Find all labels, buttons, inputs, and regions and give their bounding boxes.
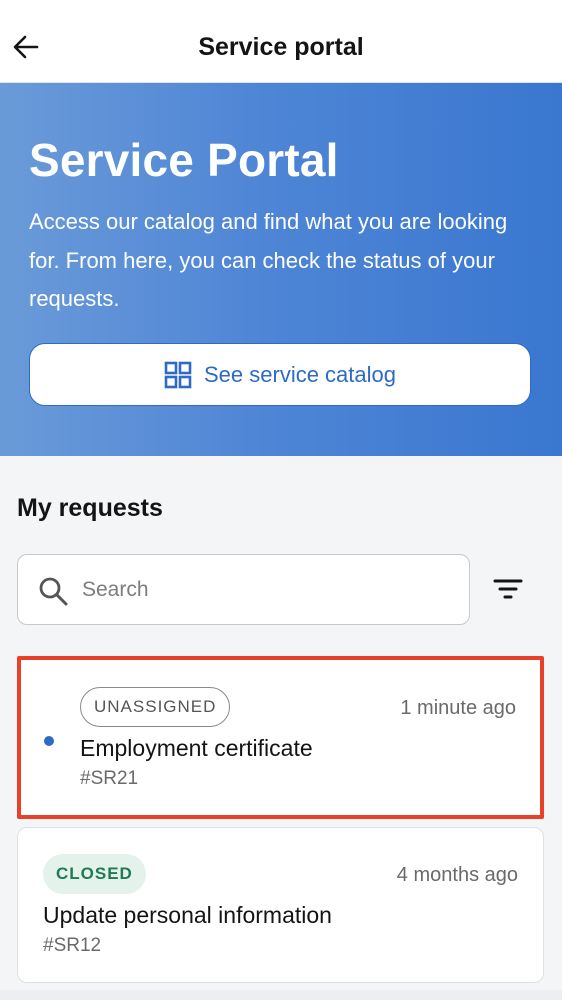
catalog-button-label: See service catalog — [204, 361, 396, 387]
status-badge: UNASSIGNED — [80, 687, 231, 727]
filter-icon — [493, 579, 523, 599]
unread-indicator — [44, 736, 54, 746]
hero-banner: Service Portal Access our catalog and fi… — [0, 83, 562, 456]
hero-title: Service Portal — [29, 134, 339, 186]
top-bar: Service portal — [0, 0, 562, 83]
request-id: #SR12 — [43, 935, 102, 956]
request-title: Employment certificate — [80, 735, 313, 761]
status-badge: CLOSED — [43, 854, 146, 894]
search-icon — [39, 577, 68, 606]
hero-description: Access our catalog and find what you are… — [29, 209, 508, 311]
request-id: #SR21 — [80, 768, 139, 789]
my-requests-heading: My requests — [17, 494, 163, 522]
request-card[interactable]: CLOSED 4 months ago Update personal info… — [17, 827, 544, 983]
filter-button[interactable] — [490, 574, 526, 606]
search-box — [17, 554, 470, 625]
grid-icon — [164, 361, 192, 388]
bottom-divider — [0, 990, 562, 1000]
page-title: Service portal — [198, 33, 364, 61]
see-service-catalog-button[interactable]: See service catalog — [29, 343, 531, 406]
search-input[interactable] — [82, 571, 452, 609]
request-time: 1 minute ago — [400, 697, 516, 719]
request-title: Update personal information — [43, 902, 332, 928]
request-time: 4 months ago — [396, 864, 518, 886]
request-card[interactable]: UNASSIGNED 1 minute ago Employment certi… — [17, 656, 544, 819]
